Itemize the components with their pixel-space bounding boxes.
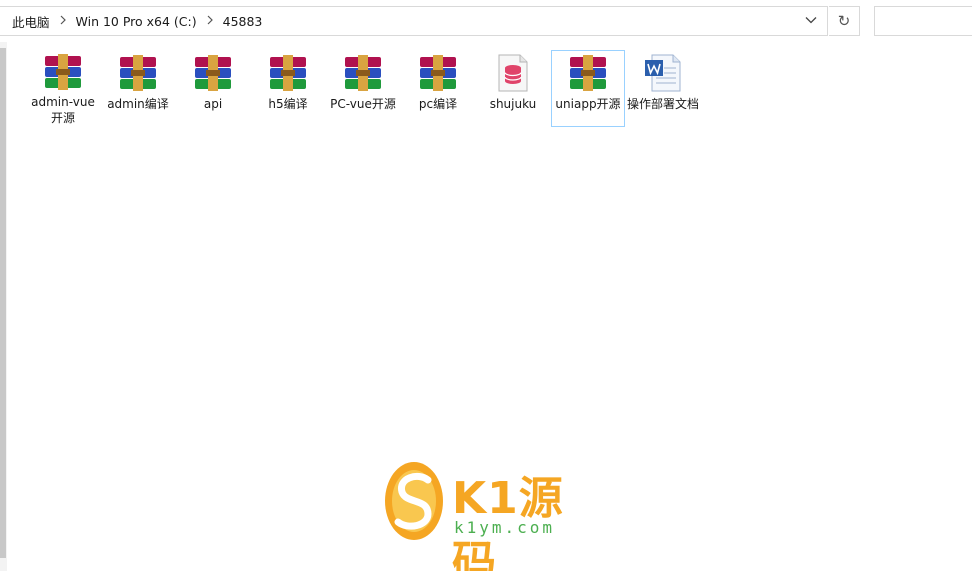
file-name: pc编译 xyxy=(418,97,458,111)
database-file-icon xyxy=(491,53,535,93)
navigation-scrollbar[interactable] xyxy=(0,48,6,558)
watermark-logo: K1源码 k1ym.com xyxy=(384,460,594,571)
chevron-down-icon xyxy=(805,17,817,24)
address-bar[interactable]: 此电脑 Win 10 Pro x64 (C:) 45883 xyxy=(0,6,828,36)
file-item[interactable]: admin-vue开源 xyxy=(26,50,100,127)
file-name: admin编译 xyxy=(107,97,169,111)
file-item-selected[interactable]: uniapp开源 xyxy=(551,50,625,127)
chevron-right-icon[interactable] xyxy=(199,14,221,28)
breadcrumb-folder[interactable]: 45883 xyxy=(221,14,265,29)
breadcrumb: 此电脑 Win 10 Pro x64 (C:) 45883 xyxy=(10,7,264,35)
file-name: uniapp开源 xyxy=(555,97,621,111)
winrar-archive-icon xyxy=(341,53,385,93)
file-item[interactable]: pc编译 xyxy=(401,50,475,127)
file-item[interactable]: 操作部署文档 xyxy=(626,50,700,127)
breadcrumb-this-pc[interactable]: 此电脑 xyxy=(10,12,52,31)
file-item[interactable]: api xyxy=(176,50,250,127)
file-item[interactable]: PC-vue开源 xyxy=(326,50,400,127)
file-name: 操作部署文档 xyxy=(626,97,699,111)
address-bar-row: 此电脑 Win 10 Pro x64 (C:) 45883 ↻ xyxy=(0,0,972,42)
breadcrumb-drive[interactable]: Win 10 Pro x64 (C:) xyxy=(74,14,199,29)
file-name: shujuku xyxy=(489,97,537,111)
refresh-button[interactable]: ↻ xyxy=(829,6,860,36)
word-document-icon xyxy=(641,53,685,93)
search-input[interactable] xyxy=(874,6,972,36)
chevron-right-icon[interactable] xyxy=(52,14,74,28)
watermark-url: k1ym.com xyxy=(454,518,556,537)
file-item[interactable]: h5编译 xyxy=(251,50,325,127)
file-name: api xyxy=(203,97,223,111)
winrar-archive-icon xyxy=(191,53,235,93)
file-name: h5编译 xyxy=(268,97,308,111)
file-item[interactable]: shujuku xyxy=(476,50,550,127)
refresh-icon: ↻ xyxy=(837,12,851,30)
watermark-title: K1源码 xyxy=(452,473,564,571)
winrar-archive-icon xyxy=(416,53,460,93)
winrar-archive-icon xyxy=(116,53,160,93)
file-name: admin-vue开源 xyxy=(31,95,95,125)
file-name: PC-vue开源 xyxy=(330,97,396,111)
winrar-archive-icon xyxy=(266,53,310,93)
winrar-archive-icon xyxy=(566,53,610,93)
winrar-archive-icon xyxy=(41,53,85,91)
file-item[interactable]: admin编译 xyxy=(101,50,175,127)
address-dropdown-button[interactable] xyxy=(799,6,823,34)
watermark-emblem-icon xyxy=(385,462,443,540)
